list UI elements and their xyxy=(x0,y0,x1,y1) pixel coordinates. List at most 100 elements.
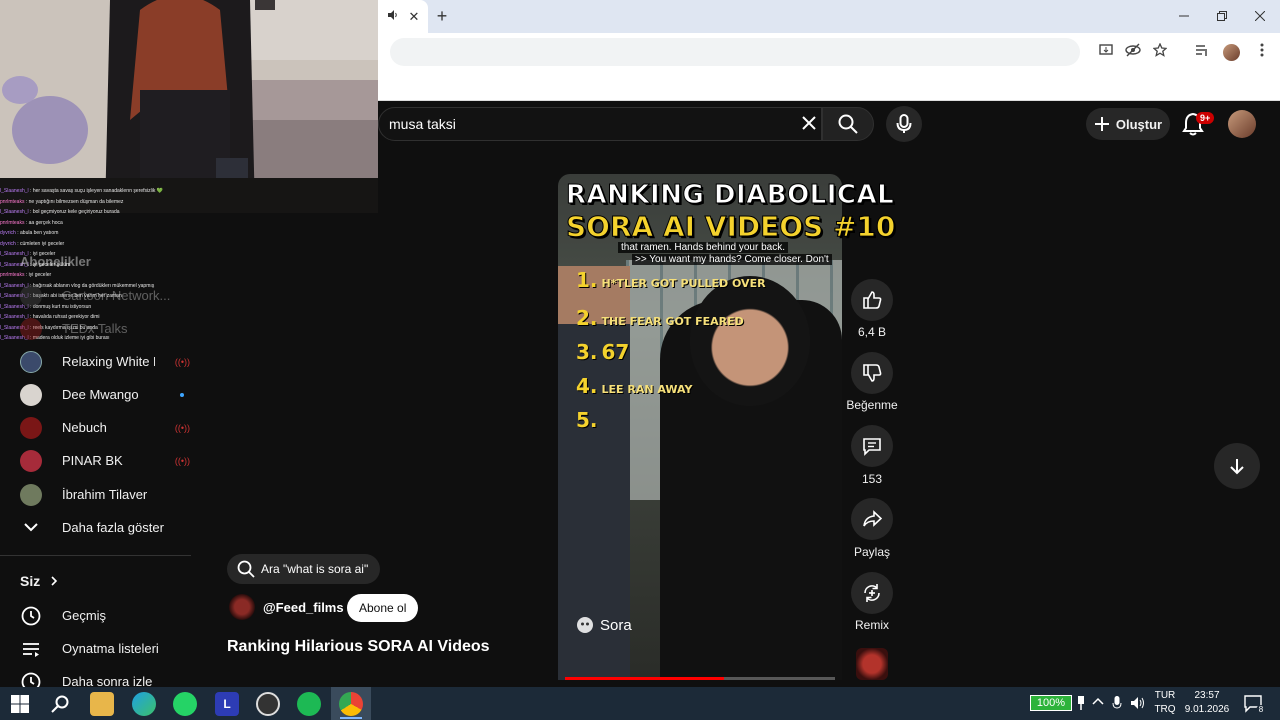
you-section-header[interactable]: Siz xyxy=(20,573,58,589)
share-button[interactable] xyxy=(851,498,893,540)
dislike-label: Beğenme xyxy=(846,398,898,412)
sidebar-item-label: Cartoon Network... xyxy=(62,288,171,303)
speaker-icon[interactable] xyxy=(387,9,399,24)
tracking-protection-icon[interactable] xyxy=(1123,42,1143,62)
video-frame-head xyxy=(690,276,810,406)
sidebar-item-label: Geçmiş xyxy=(62,608,107,623)
profile-avatar[interactable] xyxy=(1223,44,1240,61)
dislike-button[interactable] xyxy=(851,352,893,394)
chat-message: l_Slaanesh_l : bol geçmiyoruz kele geçir… xyxy=(0,207,216,218)
share-icon xyxy=(863,510,882,527)
next-short-button[interactable] xyxy=(1214,443,1260,489)
voice-search-button[interactable] xyxy=(886,106,922,142)
caption-line-2: >> You want my hands? Come closer. Don't xyxy=(632,254,832,265)
more-menu-icon[interactable] xyxy=(1252,42,1272,62)
rank-number: 3. xyxy=(576,340,598,364)
spotify-icon[interactable] xyxy=(297,692,321,716)
chat-text: abula ben yatıom xyxy=(20,230,59,236)
channel-name[interactable]: @Feed_films xyxy=(263,600,344,615)
sidebar-item-cartoon-network[interactable]: Cartoon Network... xyxy=(20,279,190,312)
thumbs-up-icon xyxy=(863,291,882,309)
chat-text: her savaşta savaş suçu işleyen sanadakle… xyxy=(32,188,163,194)
chevron-up-icon[interactable] xyxy=(1092,696,1104,709)
ranking-item-2: 2. THE FEAR GOT FEARED xyxy=(576,306,744,330)
ranking-item-5: 5. xyxy=(576,408,602,432)
microphone-tray-icon[interactable] xyxy=(1112,695,1122,714)
chat-username: l_Slaanesh_l xyxy=(0,188,29,194)
edge-browser-icon[interactable] xyxy=(132,692,156,716)
sidebar-item-relaxing-white-noise[interactable]: Relaxing White N... ((•)) xyxy=(20,345,190,378)
search-input[interactable]: musa taksi xyxy=(378,107,822,141)
chat-username: pnrlmteaks xyxy=(0,198,25,205)
windows-start-icon[interactable] xyxy=(8,692,32,716)
volume-icon[interactable] xyxy=(1130,695,1146,714)
sidebar-item-playlists[interactable]: Oynatma listeleri xyxy=(20,632,190,665)
chevron-right-icon xyxy=(51,576,58,586)
avatar xyxy=(20,483,42,506)
you-section-label: Siz xyxy=(20,573,41,589)
minimize-button[interactable] xyxy=(1174,6,1194,26)
chat-message: l_Slaanesh_l : her savaşta savaş suçu iş… xyxy=(0,186,216,197)
sora-watermark: Sora xyxy=(576,616,632,634)
sidebar-item-history[interactable]: Geçmiş xyxy=(20,599,190,632)
account-avatar[interactable] xyxy=(1228,110,1256,138)
close-window-button[interactable] xyxy=(1250,6,1270,26)
chrome-icon[interactable] xyxy=(339,692,363,716)
address-bar[interactable] xyxy=(390,38,1080,66)
video-title[interactable]: Ranking Hilarious SORA AI Videos xyxy=(227,638,490,656)
obs-studio-icon[interactable] xyxy=(256,692,280,716)
create-button[interactable]: Oluştur xyxy=(1086,108,1170,140)
browser-tab[interactable]: ✕ xyxy=(378,0,428,33)
caption-line-1: that ramen. Hands behind your back. xyxy=(618,242,788,253)
sidebar-subscriptions-header[interactable]: Abonelikler xyxy=(20,245,190,278)
sora-logo-icon xyxy=(577,617,593,633)
plug-icon[interactable] xyxy=(1077,696,1085,713)
notification-count: 8 xyxy=(1256,705,1266,715)
bookmark-star-icon[interactable] xyxy=(1150,42,1170,62)
sora-label: Sora xyxy=(600,616,632,634)
language-indicator[interactable]: TUR TRQ xyxy=(1154,690,1176,715)
remix-icon xyxy=(864,584,880,602)
sidebar-item-label: TEDx Talks xyxy=(62,321,128,336)
media-controls-icon[interactable] xyxy=(1192,42,1212,62)
sidebar-item-nebuch[interactable]: Nebuch ((•)) xyxy=(20,411,190,444)
new-tab-button[interactable]: + xyxy=(432,6,452,26)
clock[interactable]: 23:57 9.01.2026 xyxy=(1184,690,1230,715)
share-label: Paylaş xyxy=(853,545,891,559)
sidebar-item-ibrahim-tilaver[interactable]: İbrahim Tilaver xyxy=(20,478,190,511)
install-app-icon[interactable] xyxy=(1096,42,1116,62)
chat-text: aa gerçek hoca xyxy=(28,219,63,226)
remix-button[interactable] xyxy=(851,572,893,614)
battery-indicator[interactable]: 100% xyxy=(1030,695,1072,711)
related-search-chip[interactable]: Ara "what is sora ai" xyxy=(227,554,381,584)
comment-count: 153 xyxy=(861,472,883,486)
subscribe-button[interactable]: Abone ol xyxy=(347,594,419,622)
chat-username: pnrlmteaks xyxy=(0,219,25,226)
sound-channel-thumbnail[interactable] xyxy=(856,648,888,680)
show-more-button[interactable]: Daha fazla göster xyxy=(20,511,190,544)
restore-button[interactable] xyxy=(1212,6,1232,26)
webcam-scene xyxy=(0,0,378,213)
sidebar-item-label: Nebuch xyxy=(62,420,107,435)
clock-time: 23:57 xyxy=(1194,690,1220,701)
ranking-item-4: 4. LEE RAN AWAY xyxy=(576,374,693,398)
clear-search-button[interactable] xyxy=(796,112,822,136)
taskbar-search-icon[interactable] xyxy=(48,692,72,716)
sidebar-item-tedx[interactable]: TEDx Talks xyxy=(20,312,190,345)
comments-button[interactable] xyxy=(851,425,893,467)
chat-message: pnrlmteaks : ne yaptığını bilmezsen düşm… xyxy=(0,197,216,208)
whatsapp-icon[interactable] xyxy=(173,692,197,716)
launcher-app-icon[interactable]: L xyxy=(215,692,239,716)
tab-close-button[interactable]: ✕ xyxy=(409,9,420,25)
create-label: Oluştur xyxy=(1115,116,1163,132)
sidebar-item-dee-mwango[interactable]: Dee Mwango xyxy=(20,378,190,411)
microphone-icon xyxy=(896,114,912,133)
search-button[interactable] xyxy=(822,107,874,141)
channel-avatar[interactable] xyxy=(229,594,255,620)
sidebar-item-label: Oynatma listeleri xyxy=(62,641,159,656)
like-button[interactable] xyxy=(851,279,893,321)
sidebar-item-pinar-bk[interactable]: PINAR BK ((•)) xyxy=(20,444,190,477)
sidebar-divider xyxy=(0,555,191,556)
avatar xyxy=(20,284,42,307)
file-explorer-icon[interactable] xyxy=(90,692,114,716)
